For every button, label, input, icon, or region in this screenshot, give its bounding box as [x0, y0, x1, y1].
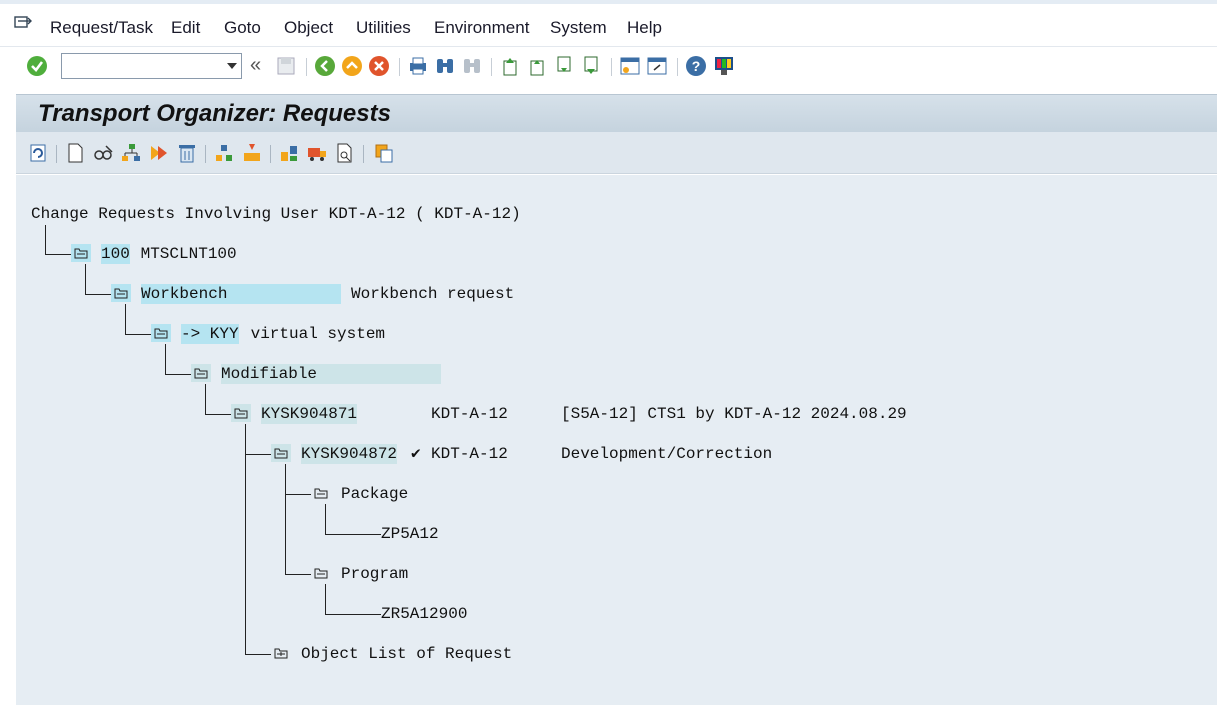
- folder-open-icon[interactable]: [271, 444, 291, 462]
- task-id-suffix: 904872: [339, 445, 398, 463]
- client-number[interactable]: 100: [101, 244, 130, 264]
- folder-open-icon[interactable]: [111, 284, 131, 302]
- folder-closed-icon[interactable]: [271, 644, 291, 662]
- svg-text:?: ?: [692, 58, 701, 74]
- folder-open-icon[interactable]: [311, 484, 331, 502]
- enter-check-icon[interactable]: [26, 55, 48, 77]
- status-modifiable[interactable]: Modifiable: [221, 364, 441, 384]
- task-type: Development/Correction: [561, 445, 773, 463]
- folder-open-icon[interactable]: [151, 324, 171, 342]
- find-next-icon[interactable]: [461, 55, 483, 77]
- chevron-down-icon[interactable]: [227, 63, 237, 69]
- task-check-icon: ✔: [411, 445, 421, 463]
- title-bar: Transport Organizer: Requests: [16, 94, 1217, 132]
- create-icon[interactable]: [64, 142, 86, 164]
- delete-icon[interactable]: [176, 142, 198, 164]
- task-id[interactable]: KYSK904872: [301, 444, 398, 464]
- system-menu-icon[interactable]: [14, 16, 32, 30]
- program-name[interactable]: ZR5A12900: [381, 604, 467, 624]
- next-page-icon[interactable]: [553, 55, 575, 77]
- tree-root-label: Change Requests Involving User KDT-A-12 …: [31, 205, 521, 223]
- release-icon[interactable]: [148, 142, 170, 164]
- menu-help[interactable]: Help: [627, 18, 662, 38]
- task-id-prefix: KYSK: [301, 445, 340, 463]
- task-owner: KDT-A-12: [431, 445, 508, 463]
- node-program[interactable]: Program: [341, 564, 408, 584]
- category-workbench[interactable]: Workbench: [141, 284, 341, 304]
- last-page-icon[interactable]: [580, 55, 602, 77]
- copy-objects-icon[interactable]: [373, 142, 395, 164]
- exit-icon[interactable]: [341, 55, 363, 77]
- menu-request-task[interactable]: Request/Task: [50, 18, 153, 38]
- back-icon[interactable]: [314, 55, 336, 77]
- menu-environment[interactable]: Environment: [434, 18, 529, 38]
- request-tree: Change Requests Involving User KDT-A-12 …: [16, 175, 1217, 705]
- new-session-icon[interactable]: [619, 55, 641, 77]
- collapse-icon[interactable]: «: [250, 54, 261, 77]
- target-system[interactable]: -> KYY: [181, 324, 239, 344]
- folder-open-icon[interactable]: [311, 564, 331, 582]
- add-to-request-icon[interactable]: [241, 142, 263, 164]
- page-title: Transport Organizer: Requests: [38, 100, 391, 127]
- standard-toolbar: « ?: [0, 46, 1217, 84]
- folder-open-icon[interactable]: [231, 404, 251, 422]
- category-description: Workbench request: [351, 285, 515, 303]
- object-list-icon[interactable]: [278, 142, 300, 164]
- display-change-icon[interactable]: [92, 142, 114, 164]
- menu-utilities[interactable]: Utilities: [356, 18, 411, 38]
- application-toolbar: [16, 132, 1217, 174]
- cancel-icon[interactable]: [368, 55, 390, 77]
- transport-truck-icon[interactable]: [306, 142, 328, 164]
- find-icon[interactable]: [434, 55, 456, 77]
- package-name[interactable]: ZP5A12: [381, 524, 439, 544]
- command-field[interactable]: [61, 53, 242, 79]
- node-package[interactable]: Package: [341, 484, 408, 504]
- menu-object[interactable]: Object: [284, 18, 333, 38]
- object-list-node[interactable]: Object List of Request: [301, 644, 512, 664]
- request-id[interactable]: KYSK904871: [261, 404, 358, 424]
- menu-bar: Request/Task Edit Goto Object Utilities …: [0, 0, 1217, 46]
- request-description: [S5A-12] CTS1 by KDT-A-12 2024.08.29: [561, 405, 907, 423]
- client-name: MTSCLNT100: [131, 245, 237, 263]
- logs-icon[interactable]: [334, 142, 356, 164]
- previous-page-icon[interactable]: [526, 55, 548, 77]
- menu-goto[interactable]: Goto: [224, 18, 261, 38]
- menu-system[interactable]: System: [550, 18, 607, 38]
- help-icon[interactable]: ?: [685, 55, 707, 77]
- menu-edit[interactable]: Edit: [171, 18, 200, 38]
- command-input[interactable]: [66, 55, 216, 77]
- refresh-icon[interactable]: [27, 142, 49, 164]
- save-icon[interactable]: [275, 55, 297, 77]
- hierarchy-icon[interactable]: [120, 142, 142, 164]
- first-page-icon[interactable]: [499, 55, 521, 77]
- lock-objects-icon[interactable]: [213, 142, 235, 164]
- request-owner: KDT-A-12: [431, 405, 508, 423]
- folder-open-icon[interactable]: [191, 364, 211, 382]
- shortcut-icon[interactable]: [646, 55, 668, 77]
- customize-layout-icon[interactable]: [713, 55, 735, 77]
- target-description: virtual system: [241, 325, 386, 343]
- print-icon[interactable]: [407, 55, 429, 77]
- folder-open-icon[interactable]: [71, 244, 91, 262]
